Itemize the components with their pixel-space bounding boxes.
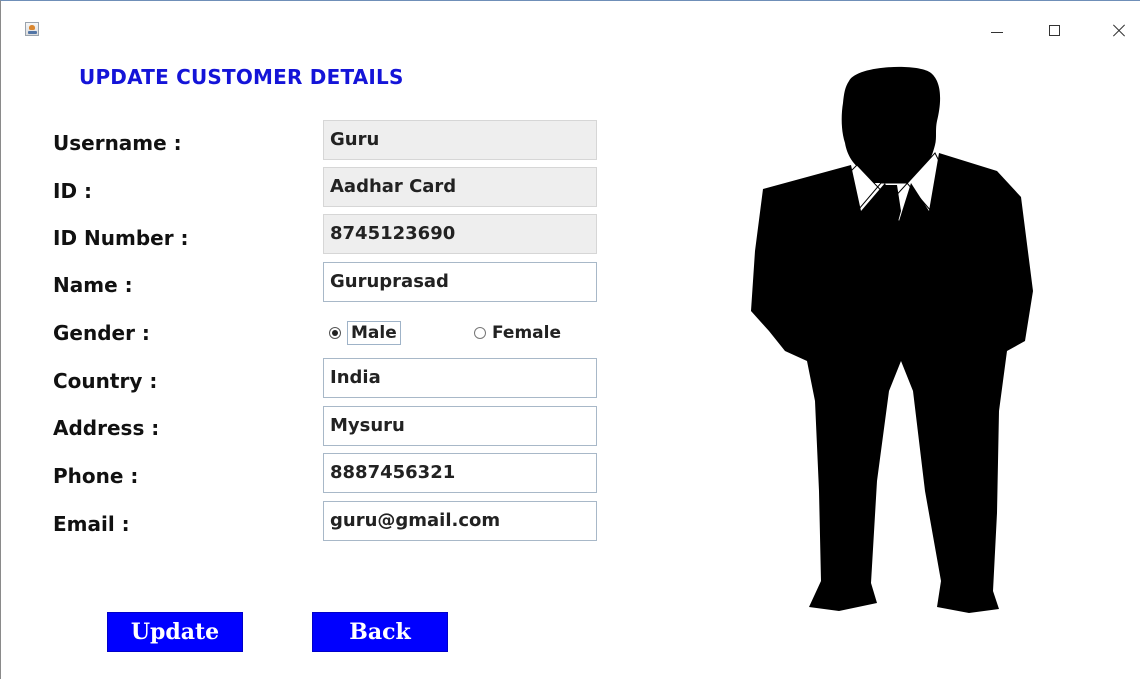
close-icon[interactable]	[1105, 19, 1133, 43]
businessman-silhouette-image	[751, 66, 1033, 613]
address-input[interactable]: Mysuru	[323, 406, 597, 446]
phone-input[interactable]: 8887456321	[323, 453, 597, 493]
update-customer-window: UPDATE CUSTOMER DETAILS Username : Guru …	[0, 0, 1140, 679]
email-input[interactable]: guru@gmail.com	[323, 501, 597, 541]
title-bar	[1, 1, 1140, 36]
id-field: Aadhar Card	[323, 167, 597, 207]
form-title: UPDATE CUSTOMER DETAILS	[79, 65, 404, 89]
update-button[interactable]: Update	[107, 612, 243, 652]
name-label: Name :	[53, 273, 133, 297]
gender-female-label: Female	[492, 323, 561, 343]
id-label: ID :	[53, 179, 93, 203]
phone-label: Phone :	[53, 464, 139, 488]
country-label: Country :	[53, 369, 158, 393]
name-input[interactable]: Guruprasad	[323, 262, 597, 302]
maximize-icon[interactable]	[1041, 19, 1069, 43]
gender-female-radio[interactable]: Female	[474, 320, 561, 346]
username-label: Username :	[53, 131, 182, 155]
java-cup-icon	[25, 22, 39, 36]
address-label: Address :	[53, 416, 160, 440]
gender-label: Gender :	[53, 321, 150, 345]
minimize-icon[interactable]	[983, 19, 1011, 43]
username-field: Guru	[323, 120, 597, 160]
radio-selected-icon[interactable]	[329, 327, 341, 339]
country-input[interactable]: India	[323, 358, 597, 398]
email-label: Email :	[53, 512, 130, 536]
back-button[interactable]: Back	[312, 612, 448, 652]
id-number-label: ID Number :	[53, 226, 189, 250]
gender-male-radio[interactable]: Male	[329, 320, 401, 346]
gender-male-label: Male	[347, 321, 401, 345]
radio-unselected-icon[interactable]	[474, 327, 486, 339]
id-number-field: 8745123690	[323, 214, 597, 254]
